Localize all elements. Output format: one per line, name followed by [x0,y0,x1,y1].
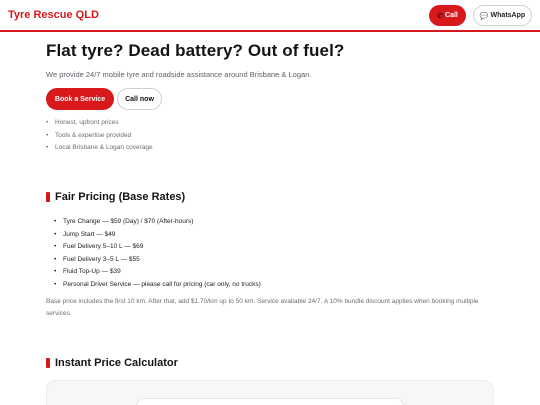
price-item: Personal Driver Service — please call fo… [54,279,261,292]
price-item: Fuel Delivery 3–5 L — $55 [54,254,261,267]
header-whatsapp-label: WhatsApp [490,12,526,19]
chat-bubble-icon: 💬 [479,12,489,20]
pricing-section-title: Fair Pricing (Base Rates) [46,191,185,203]
hero-subtitle: We provide 24/7 mobile tyre and roadside… [46,70,312,79]
feature-item: Tools & expertise provided [46,130,153,143]
pricing-note: Base price includes the first 10 km. Aft… [46,298,479,317]
price-item: Fluid Top-Up — $39 [54,266,261,279]
brand-logo-text[interactable]: Tyre Rescue QLD [8,9,99,21]
section-accent-bar [46,192,50,202]
header-call-button[interactable]: ✆ Call [429,5,466,26]
calculator-section-title: Instant Price Calculator [46,357,178,369]
price-item: Tyre Change — $59 (Day) / $70 (After-hou… [54,216,261,229]
calculator-title-text: Instant Price Calculator [55,357,178,369]
price-item: Jump Start — $49 [54,229,261,242]
hero-feature-list: Honest, upfront prices Tools & expertise… [46,117,153,155]
book-service-button[interactable]: Book a Service [46,88,114,110]
hero-title: Flat tyre? Dead battery? Out of fuel? [46,41,345,60]
header-call-label: Call [445,12,458,19]
section-accent-bar [46,358,50,368]
feature-item: Honest, upfront prices [46,117,153,130]
pricing-list: Tyre Change — $59 (Day) / $70 (After-hou… [54,216,261,292]
top-navbar: Tyre Rescue QLD ✆ Call 💬 WhatsApp [0,0,540,32]
header-whatsapp-button[interactable]: 💬 WhatsApp [473,5,532,26]
feature-item: Local Brisbane & Logan coverage [46,142,153,155]
call-now-button[interactable]: Call now [117,88,162,110]
calculator-form-panel [136,398,404,405]
pricing-title-text: Fair Pricing (Base Rates) [55,191,186,203]
price-item: Fuel Delivery 5–10 L — $69 [54,241,261,254]
phone-icon: ✆ [437,12,444,20]
